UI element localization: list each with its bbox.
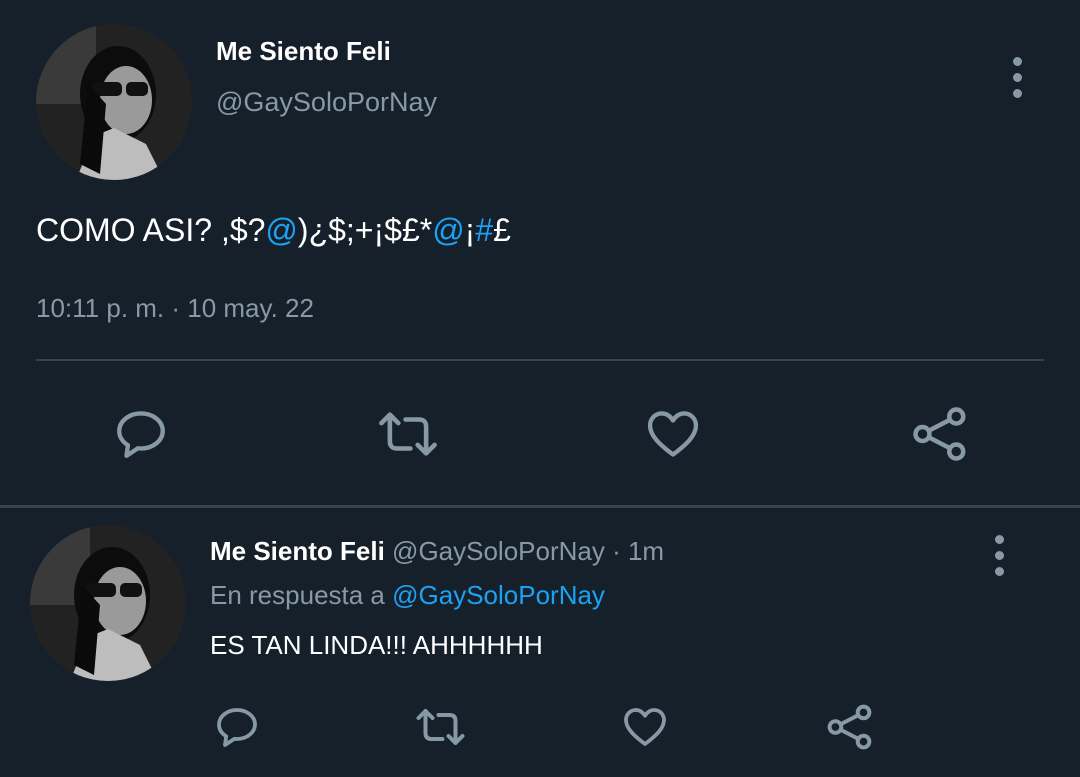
tweet-text-segment: £ (493, 212, 511, 248)
avatar[interactable] (36, 24, 192, 180)
reply-header: Me Siento Feli @GaySoloPorNay · 1m (210, 536, 664, 567)
tweet-text-link[interactable]: @ (432, 212, 464, 248)
share-icon (913, 407, 966, 461)
reply-time: · 1m (612, 536, 665, 566)
reply-author-name[interactable]: Me Siento Feli (210, 536, 385, 566)
reply-avatar[interactable] (30, 525, 186, 681)
reply-button[interactable] (112, 405, 170, 463)
share-button[interactable] (910, 404, 970, 464)
reply-text: ES TAN LINDA!!! AHHHHHH (210, 630, 543, 660)
reply-icon (117, 411, 165, 458)
replying-to: En respuesta a @GaySoloPorNay (210, 580, 605, 611)
author-name[interactable]: Me Siento Feli (216, 36, 391, 67)
reply-share-button[interactable] (825, 702, 875, 752)
tweet-text: COMO ASI? ,$?@)¿$;+¡$£*@¡#£ (36, 212, 511, 249)
timestamp: 10:11 p. m. · 10 may. 22 (36, 293, 314, 323)
reply-more-options-icon[interactable] (992, 535, 1006, 576)
reply-prefix: En respuesta a (210, 580, 385, 610)
tweet-text-segment: COMO ASI? ,$? (36, 212, 266, 248)
like-button[interactable] (644, 405, 702, 463)
more-options-icon[interactable] (1010, 57, 1024, 98)
section-divider (0, 505, 1080, 508)
avatar-photo (36, 24, 192, 180)
avatar-photo (30, 525, 186, 681)
reply-to-handle[interactable]: @GaySoloPorNay (392, 580, 605, 610)
reply-icon (217, 708, 257, 747)
divider (36, 359, 1044, 361)
reply-like-button[interactable] (621, 703, 669, 751)
share-icon (827, 704, 872, 750)
tweet-text-segment: )¿$;+¡$£* (297, 212, 433, 248)
tweet-text-link[interactable]: @ (265, 212, 297, 248)
tweet-text-segment: ¡ (464, 212, 476, 248)
like-icon (647, 411, 699, 457)
reply-retweet-button[interactable] (413, 703, 468, 751)
reply-author-handle[interactable]: @GaySoloPorNay (392, 536, 605, 566)
like-icon (624, 708, 666, 746)
reply-reply-button[interactable] (213, 703, 261, 751)
retweet-button[interactable] (375, 405, 441, 463)
tweet-text-link[interactable]: # (475, 212, 493, 248)
retweet-icon (416, 709, 465, 745)
author-handle[interactable]: @GaySoloPorNay (216, 87, 437, 118)
retweet-icon (379, 412, 437, 456)
